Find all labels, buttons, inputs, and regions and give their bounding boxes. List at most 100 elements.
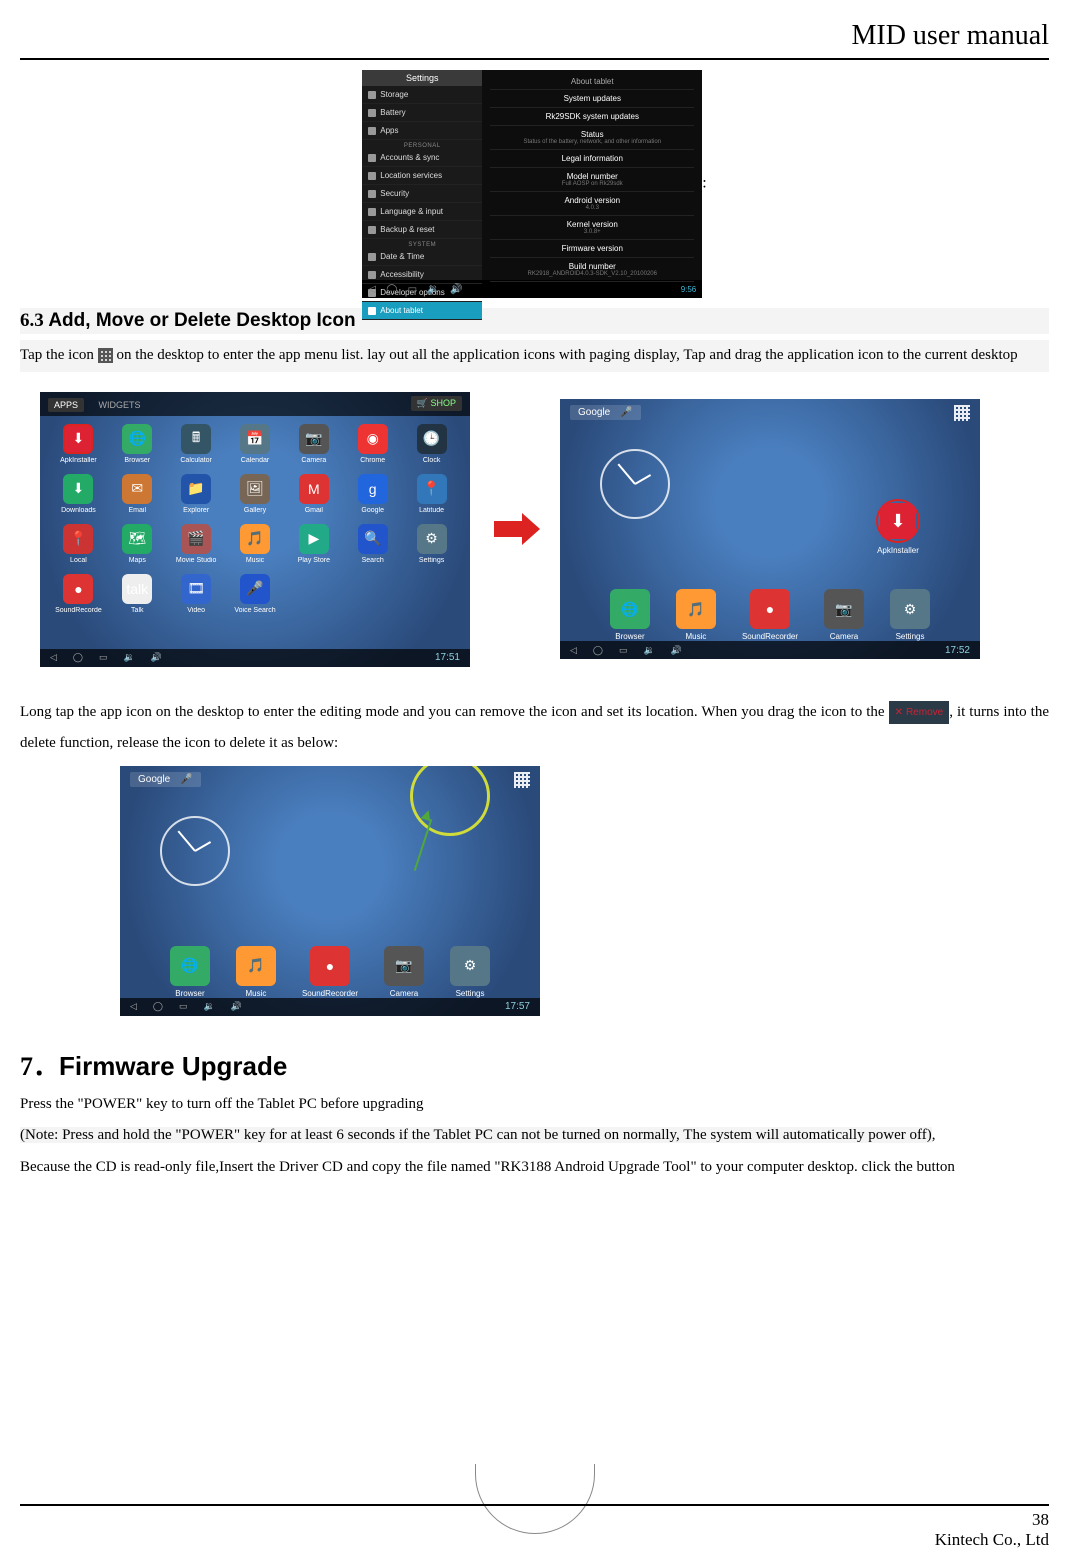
- sidebar-item-battery[interactable]: Battery: [362, 104, 482, 122]
- sidebar-item-apps[interactable]: Apps: [362, 122, 482, 140]
- dock-app-camera[interactable]: 📷Camera: [384, 946, 424, 998]
- app-clock[interactable]: 🕒Clock: [405, 424, 458, 464]
- vol-up-icon[interactable]: 🔊: [231, 1001, 242, 1012]
- vol-down-icon[interactable]: 🔉: [427, 284, 439, 295]
- app-video[interactable]: 🎞Video: [170, 574, 223, 614]
- sidebar-item-security[interactable]: Security: [362, 185, 482, 203]
- app-local[interactable]: 📍Local: [52, 524, 105, 564]
- home-icon[interactable]: ◯: [73, 652, 83, 663]
- app-chrome[interactable]: ◉Chrome: [346, 424, 399, 464]
- sidebar-item-accounts[interactable]: Accounts & sync: [362, 149, 482, 167]
- google-search-widget[interactable]: Google 🎤: [130, 772, 201, 787]
- tab-widgets[interactable]: WIDGETS: [98, 400, 140, 410]
- dock-app-music[interactable]: 🎵Music: [236, 946, 276, 998]
- sidebar-item-location[interactable]: Location services: [362, 167, 482, 185]
- dropped-app[interactable]: ⬇ ApkInstaller: [876, 499, 920, 555]
- dock-app-settings[interactable]: ⚙Settings: [890, 589, 930, 641]
- app-latitude[interactable]: 📍Latitude: [405, 474, 458, 514]
- clock-widget[interactable]: [600, 449, 670, 519]
- app-gmail[interactable]: MGmail: [287, 474, 340, 514]
- app-icon: ⚙: [417, 524, 447, 554]
- sidebar-item-language[interactable]: Language & input: [362, 203, 482, 221]
- app-drawer-button[interactable]: [954, 405, 970, 421]
- app-voicesearch[interactable]: 🎤Voice Search: [229, 574, 282, 614]
- clock-widget[interactable]: [160, 816, 230, 886]
- app-downloads[interactable]: ⬇Downloads: [52, 474, 105, 514]
- app-soundrecorde[interactable]: ●SoundRecorde: [52, 574, 105, 614]
- app-search[interactable]: 🔍Search: [346, 524, 399, 564]
- sidebar-item-backup[interactable]: Backup & reset: [362, 221, 482, 239]
- dock-app-music[interactable]: 🎵Music: [676, 589, 716, 641]
- vol-up-icon[interactable]: 🔊: [151, 652, 162, 663]
- dock-app-soundrecorder[interactable]: ●SoundRecorder: [302, 946, 358, 998]
- vol-up-icon[interactable]: 🔊: [671, 645, 682, 656]
- vol-down-icon[interactable]: 🔉: [644, 645, 655, 656]
- app-explorer[interactable]: 📁Explorer: [170, 474, 223, 514]
- dock-app-browser[interactable]: 🌐Browser: [170, 946, 210, 998]
- vol-down-icon[interactable]: 🔉: [124, 652, 135, 663]
- dock-app-settings[interactable]: ⚙Settings: [450, 946, 490, 998]
- google-search-widget[interactable]: Google 🎤: [570, 405, 641, 420]
- home-icon[interactable]: ◯: [153, 1001, 163, 1012]
- about-row-rk-updates[interactable]: Rk29SDK system updates: [490, 108, 694, 126]
- app-apkinstaller[interactable]: ⬇ApkInstaller: [52, 424, 105, 464]
- app-calculator[interactable]: 🖩Calculator: [170, 424, 223, 464]
- app-calendar[interactable]: 📅Calendar: [229, 424, 282, 464]
- app-drawer-button[interactable]: [514, 772, 530, 788]
- sidebar-item-storage[interactable]: Storage: [362, 86, 482, 104]
- mic-icon[interactable]: 🎤: [620, 407, 632, 418]
- sidebar-item-about[interactable]: About tablet: [362, 302, 482, 320]
- about-row-kernel: Kernel version3.0.8+: [490, 216, 694, 240]
- app-gallery[interactable]: 🖼Gallery: [229, 474, 282, 514]
- home-icon[interactable]: ◯: [386, 284, 397, 295]
- about-row-system-updates[interactable]: System updates: [490, 90, 694, 108]
- about-row-legal[interactable]: Legal information: [490, 150, 694, 168]
- section-6-3-heading: 6.3 Add, Move or Delete Desktop Icon: [20, 308, 1049, 334]
- sidebar-label: Accessibility: [380, 270, 424, 279]
- dock-app-browser[interactable]: 🌐Browser: [610, 589, 650, 641]
- app-icon: talk: [122, 574, 152, 604]
- app-label: Calculator: [170, 457, 223, 464]
- app-settings[interactable]: ⚙Settings: [405, 524, 458, 564]
- mic-icon[interactable]: 🎤: [180, 774, 192, 785]
- figure-colon: :: [702, 175, 706, 192]
- text: ,: [932, 1127, 936, 1143]
- back-icon[interactable]: ◁: [570, 645, 577, 656]
- shop-link[interactable]: 🛒 SHOP: [411, 396, 462, 411]
- vol-up-icon[interactable]: 🔊: [450, 284, 462, 295]
- app-moviestudio[interactable]: 🎬Movie Studio: [170, 524, 223, 564]
- row-title: Legal information: [490, 154, 694, 163]
- vol-down-icon[interactable]: 🔉: [204, 1001, 215, 1012]
- recents-icon[interactable]: ▭: [408, 284, 417, 295]
- dock-app-camera[interactable]: 📷Camera: [824, 589, 864, 641]
- app-maps[interactable]: 🗺Maps: [111, 524, 164, 564]
- language-icon: [368, 208, 376, 216]
- recents-icon[interactable]: ▭: [179, 1001, 188, 1012]
- tab-apps[interactable]: APPS: [48, 398, 84, 412]
- page-footer: 38 Kintech Co., Ltd: [20, 1504, 1049, 1550]
- app-icon: 📁: [181, 474, 211, 504]
- app-playstore[interactable]: ▶Play Store: [287, 524, 340, 564]
- back-icon[interactable]: ◁: [50, 652, 57, 663]
- search-label: Google: [578, 407, 610, 418]
- app-label: Latitude: [405, 507, 458, 514]
- app-browser[interactable]: 🌐Browser: [111, 424, 164, 464]
- app-music[interactable]: 🎵Music: [229, 524, 282, 564]
- dock-app-soundrecorder[interactable]: ●SoundRecorder: [742, 589, 798, 641]
- red-arrow-icon: [490, 509, 540, 549]
- app-talk[interactable]: talkTalk: [111, 574, 164, 614]
- about-row-status[interactable]: StatusStatus of the battery, network, an…: [490, 126, 694, 150]
- app-google[interactable]: gGoogle: [346, 474, 399, 514]
- sidebar-item-datetime[interactable]: Date & Time: [362, 248, 482, 266]
- recents-icon[interactable]: ▭: [619, 645, 628, 656]
- app-camera[interactable]: 📷Camera: [287, 424, 340, 464]
- recents-icon[interactable]: ▭: [99, 652, 108, 663]
- page-header-title: MID user manual: [20, 20, 1049, 52]
- app-label: Clock: [405, 457, 458, 464]
- back-icon[interactable]: ◁: [130, 1001, 137, 1012]
- note-text: (Note: Press and hold the "POWER" key fo…: [20, 1127, 932, 1143]
- app-email[interactable]: ✉Email: [111, 474, 164, 514]
- home-icon[interactable]: ◯: [593, 645, 603, 656]
- sidebar-item-accessibility[interactable]: Accessibility: [362, 266, 482, 284]
- back-icon[interactable]: ◁: [368, 284, 376, 295]
